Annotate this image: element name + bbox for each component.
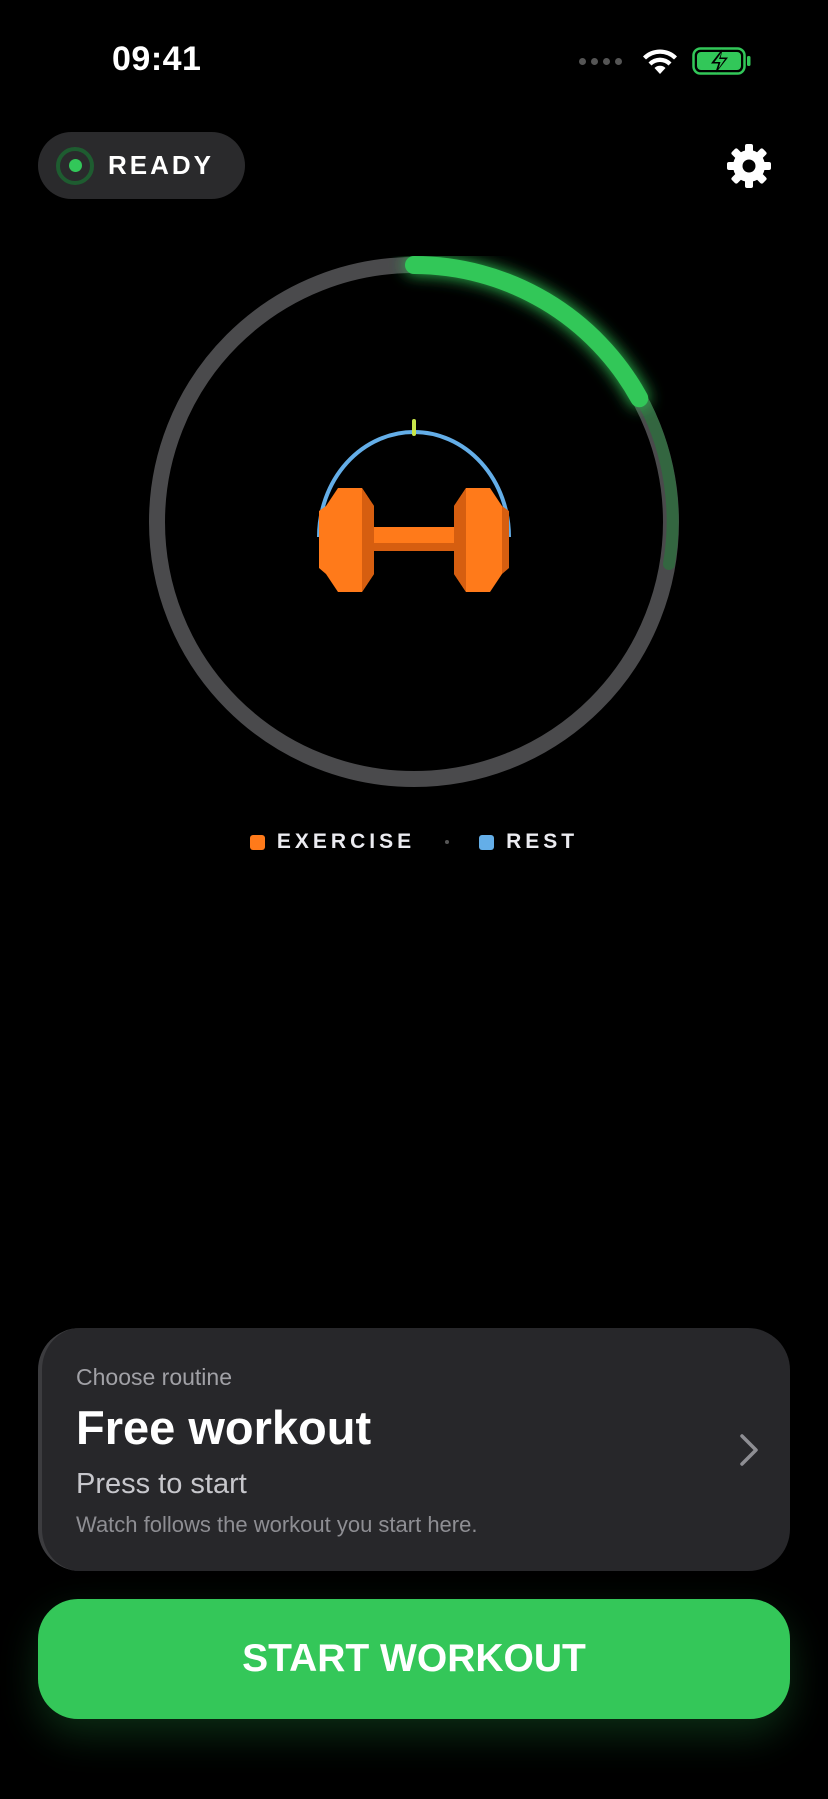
battery-charging-icon bbox=[692, 47, 751, 75]
routine-card-title: Free workout bbox=[76, 1401, 372, 1454]
exercise-swatch-icon bbox=[249, 834, 265, 850]
legend-rest: REST bbox=[479, 830, 578, 854]
status-time: 09:41 bbox=[112, 40, 202, 78]
ready-indicator-icon bbox=[56, 146, 94, 185]
legend-separator bbox=[445, 840, 450, 844]
routine-card-subtitle: Press to start bbox=[76, 1468, 247, 1500]
status-icons bbox=[579, 46, 752, 76]
dumbbell-icon bbox=[317, 419, 511, 592]
status-pill: READY bbox=[38, 132, 245, 199]
dial-legend: EXERCISE REST bbox=[0, 830, 828, 854]
gear-icon[interactable] bbox=[725, 142, 773, 190]
legend-exercise-label: EXERCISE bbox=[276, 830, 416, 853]
signal-dots-icon bbox=[579, 57, 622, 65]
legend-exercise: EXERCISE bbox=[249, 830, 416, 854]
dial-progress-arc bbox=[405, 256, 649, 408]
workout-dial bbox=[149, 256, 679, 787]
wifi-icon bbox=[643, 49, 677, 74]
legend-rest-label: REST bbox=[506, 830, 579, 853]
rest-swatch-icon bbox=[479, 834, 495, 850]
start-workout-button[interactable]: START WORKOUT bbox=[38, 1599, 790, 1719]
routine-card[interactable]: Choose routine Free workout Press to sta… bbox=[38, 1328, 790, 1571]
status-label: READY bbox=[108, 150, 215, 180]
routine-card-note: Watch follows the workout you start here… bbox=[76, 1512, 478, 1537]
routine-card-label: Choose routine bbox=[76, 1364, 232, 1390]
chevron-right-icon bbox=[740, 1434, 758, 1466]
